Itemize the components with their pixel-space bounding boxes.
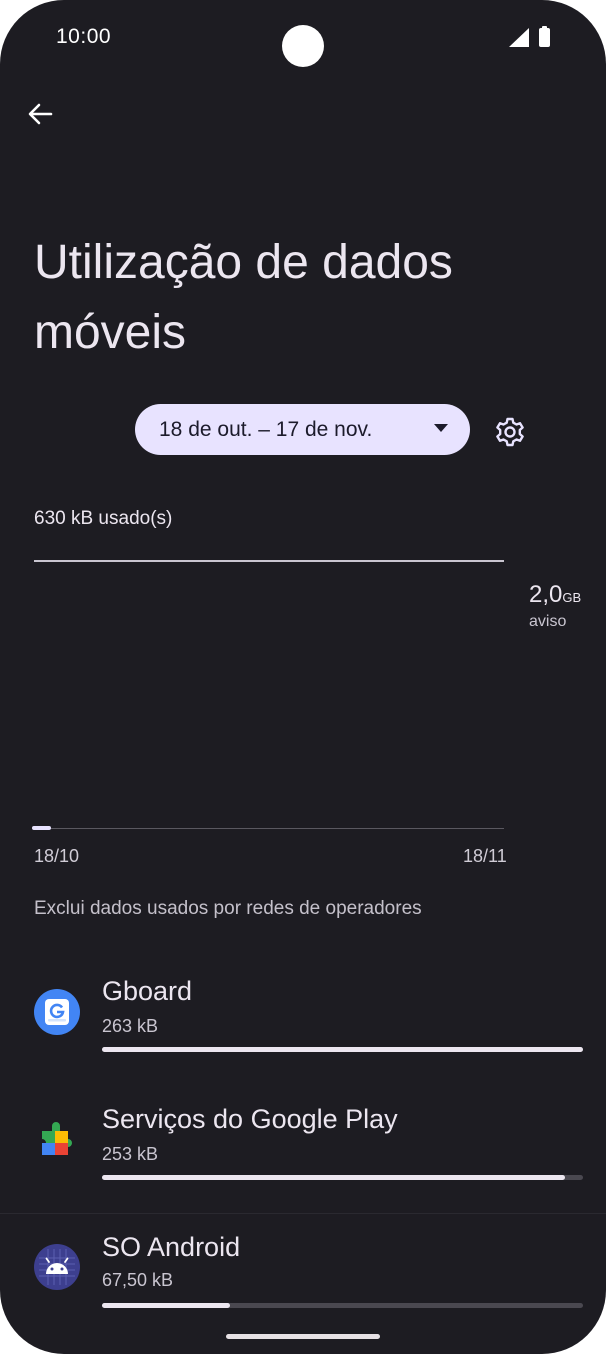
carrier-note: Exclui dados usados por redes de operado… (34, 898, 422, 919)
usage-bar (32, 826, 51, 830)
app-name: Gboard (102, 976, 193, 1006)
chart-end-date: 18/11 (463, 846, 507, 866)
warning-value-unit: GB (562, 590, 582, 605)
battery-icon (539, 26, 550, 47)
data-used-total: 630 kB usado(s) (34, 508, 173, 529)
app-usage-track (102, 1303, 583, 1308)
app-name: Serviços do Google Play (102, 1104, 398, 1134)
camera-cutout (282, 25, 324, 67)
app-name: SO Android (102, 1232, 241, 1262)
app-usage-fill (102, 1047, 583, 1052)
app-data-size: 263 kB (102, 1016, 159, 1036)
app-usage-fill (102, 1175, 565, 1180)
chart-start-date: 18/10 (34, 846, 80, 866)
app-usage-item[interactable]: Serviços do Google Play 253 kB (0, 1096, 606, 1216)
warning-label: aviso (529, 613, 567, 630)
warning-threshold-line (34, 560, 504, 562)
chart-baseline (34, 828, 504, 829)
dropdown-caret-icon (434, 424, 448, 432)
app-usage-item[interactable]: SO Android 67,50 kB (0, 1224, 606, 1344)
billing-cycle-label: 18 de out. – 17 de nov. (159, 417, 373, 441)
gboard-icon (34, 989, 80, 1035)
android-os-icon (34, 1244, 80, 1290)
gear-icon[interactable] (494, 416, 526, 448)
warning-value-number: 2,0 (529, 581, 563, 608)
status-time: 10:00 (56, 25, 112, 48)
signal-icon (509, 28, 529, 47)
app-data-size: 67,50 kB (102, 1270, 174, 1290)
app-usage-track (102, 1047, 583, 1052)
google-play-services-icon (42, 1122, 72, 1155)
home-gesture-bar[interactable] (226, 1334, 380, 1339)
app-data-size: 253 kB (102, 1144, 159, 1164)
divider (0, 1213, 606, 1214)
warning-value: 2,0GB (529, 581, 581, 609)
app-usage-item[interactable]: Gboard 263 kB (0, 968, 606, 1088)
phone-screen: 10:00 Utilização de dados móveis 18 de o… (0, 0, 606, 1354)
page-title: Utilização de dados móveis (34, 236, 453, 359)
app-usage-track (102, 1175, 583, 1180)
billing-cycle-dropdown[interactable]: 18 de out. – 17 de nov. (135, 404, 470, 455)
app-usage-fill (102, 1303, 231, 1308)
back-arrow-icon[interactable] (24, 98, 56, 130)
